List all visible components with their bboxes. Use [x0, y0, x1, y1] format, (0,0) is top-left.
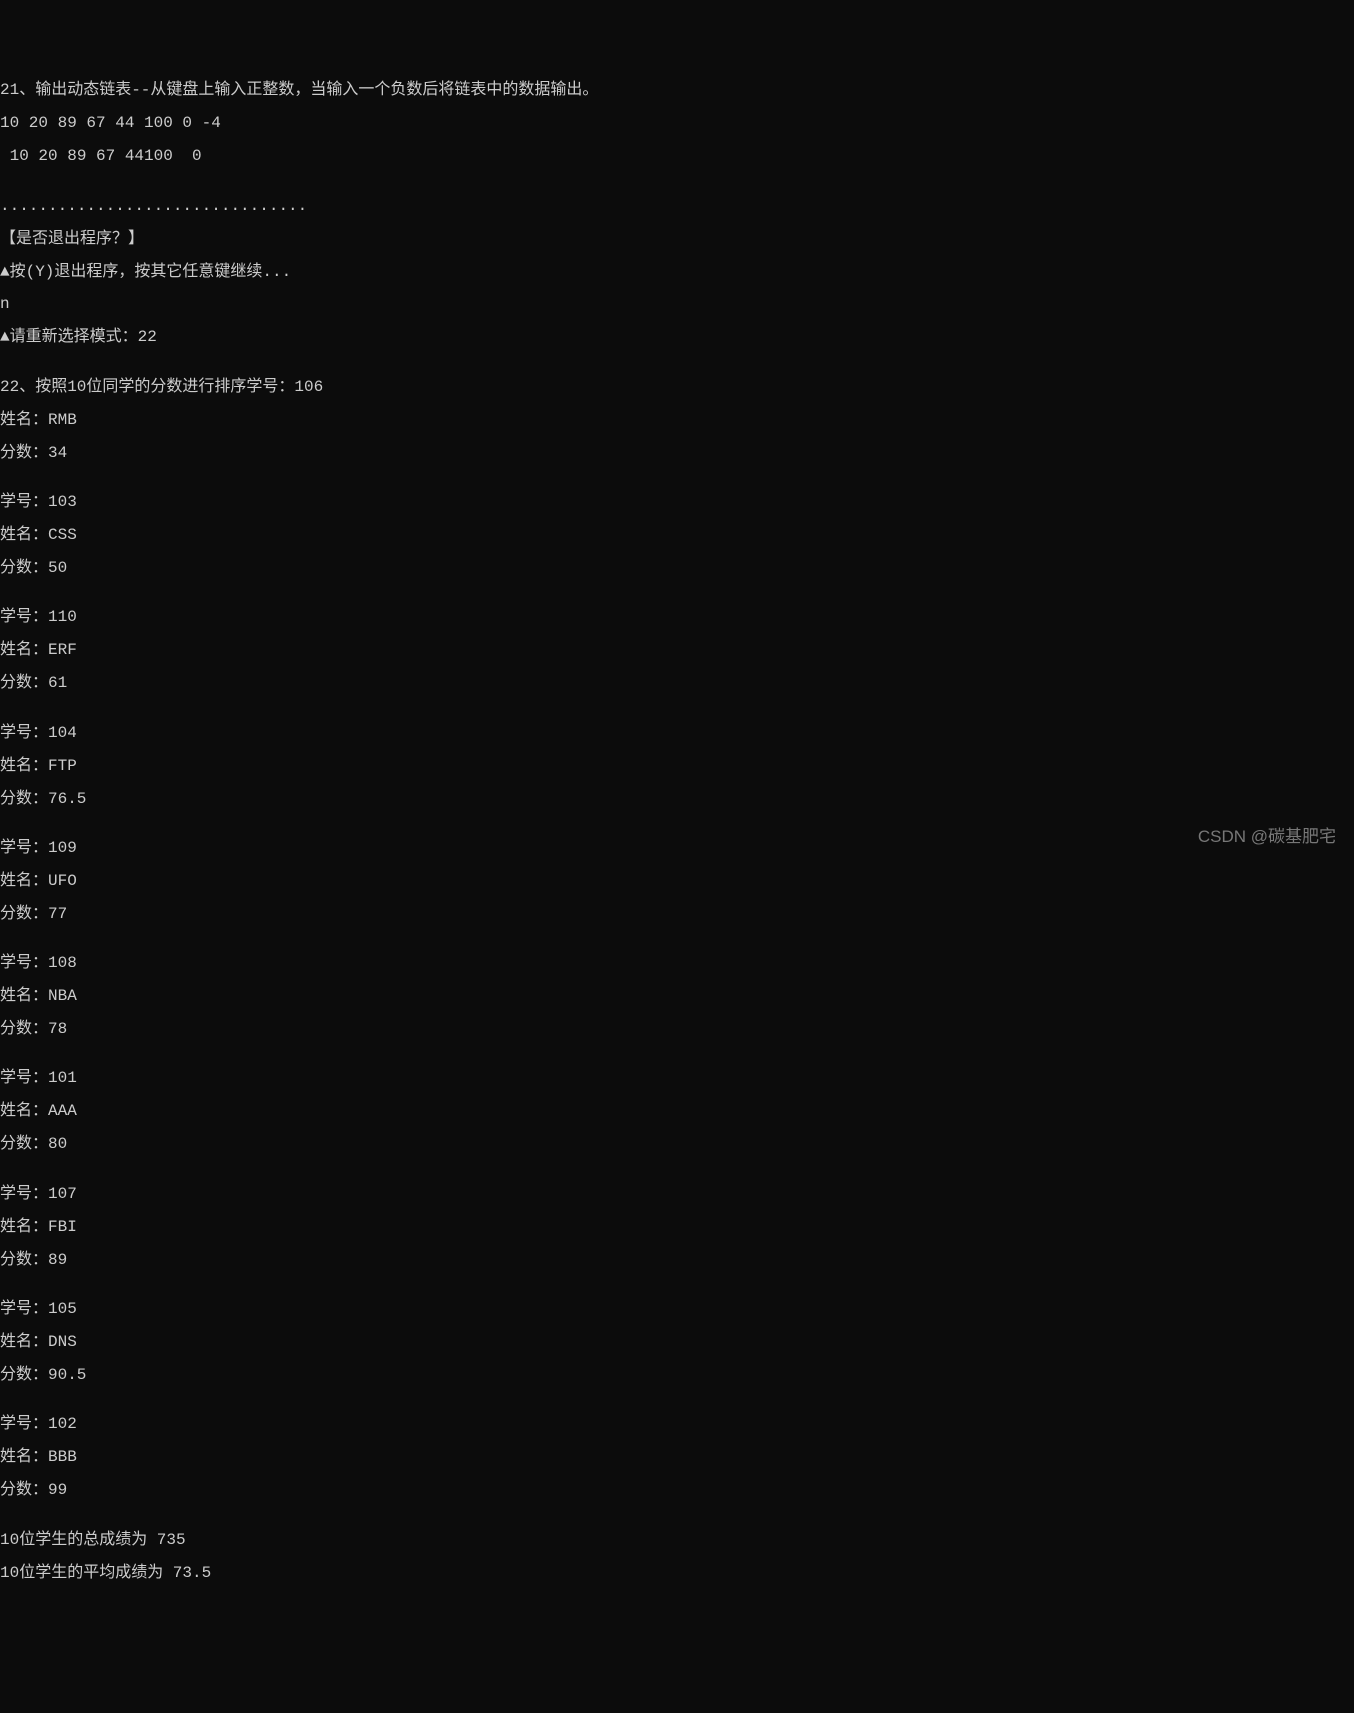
- output-line: 姓名：BBB: [0, 1449, 1354, 1465]
- output-line: ▲请重新选择模式：22: [0, 329, 1354, 345]
- output-line: 姓名：FBI: [0, 1219, 1354, 1235]
- output-line: 学号：110: [0, 609, 1354, 625]
- output-line: 学号：108: [0, 955, 1354, 971]
- output-line: 10位学生的平均成绩为 73.5: [0, 1565, 1354, 1581]
- output-line: 10 20 89 67 44100 0: [0, 148, 1354, 164]
- output-line: 学号：104: [0, 725, 1354, 741]
- watermark-text: CSDN @碳基肥宅: [1198, 828, 1336, 846]
- output-line: 分数：77: [0, 906, 1354, 922]
- output-line: ................................: [0, 198, 1354, 214]
- output-line: 分数：99: [0, 1482, 1354, 1498]
- output-line: 分数：76.5: [0, 791, 1354, 807]
- output-line: 姓名：UFO: [0, 873, 1354, 889]
- terminal-output[interactable]: 21、输出动态链表--从键盘上输入正整数，当输入一个负数后将链表中的数据输出。 …: [0, 66, 1354, 1598]
- output-line: 【是否退出程序？】: [0, 231, 1354, 247]
- output-line: 分数：61: [0, 675, 1354, 691]
- output-line: 学号：103: [0, 494, 1354, 510]
- output-line: 10 20 89 67 44 100 0 -4: [0, 115, 1354, 131]
- output-line: 分数：89: [0, 1252, 1354, 1268]
- output-line: 姓名：DNS: [0, 1334, 1354, 1350]
- output-line: 学号：107: [0, 1186, 1354, 1202]
- output-line: 学号：105: [0, 1301, 1354, 1317]
- output-line: 21、输出动态链表--从键盘上输入正整数，当输入一个负数后将链表中的数据输出。: [0, 82, 1354, 98]
- output-line: 分数：90.5: [0, 1367, 1354, 1383]
- output-line: 分数：80: [0, 1136, 1354, 1152]
- output-line: n: [0, 296, 1354, 312]
- output-line: 学号：101: [0, 1070, 1354, 1086]
- output-line: 姓名：CSS: [0, 527, 1354, 543]
- output-line: ▲按(Y)退出程序，按其它任意键继续...: [0, 264, 1354, 280]
- output-line: 姓名：NBA: [0, 988, 1354, 1004]
- output-line: 分数：34: [0, 445, 1354, 461]
- output-line: 姓名：FTP: [0, 758, 1354, 774]
- output-line: 10位学生的总成绩为 735: [0, 1532, 1354, 1548]
- output-line: 姓名：AAA: [0, 1103, 1354, 1119]
- output-line: 姓名：RMB: [0, 412, 1354, 428]
- output-line: 学号：102: [0, 1416, 1354, 1432]
- output-line: 姓名：ERF: [0, 642, 1354, 658]
- output-line: 分数：78: [0, 1021, 1354, 1037]
- output-line: 22、按照10位同学的分数进行排序学号：106: [0, 379, 1354, 395]
- output-line: 学号：109: [0, 840, 1354, 856]
- output-line: 分数：50: [0, 560, 1354, 576]
